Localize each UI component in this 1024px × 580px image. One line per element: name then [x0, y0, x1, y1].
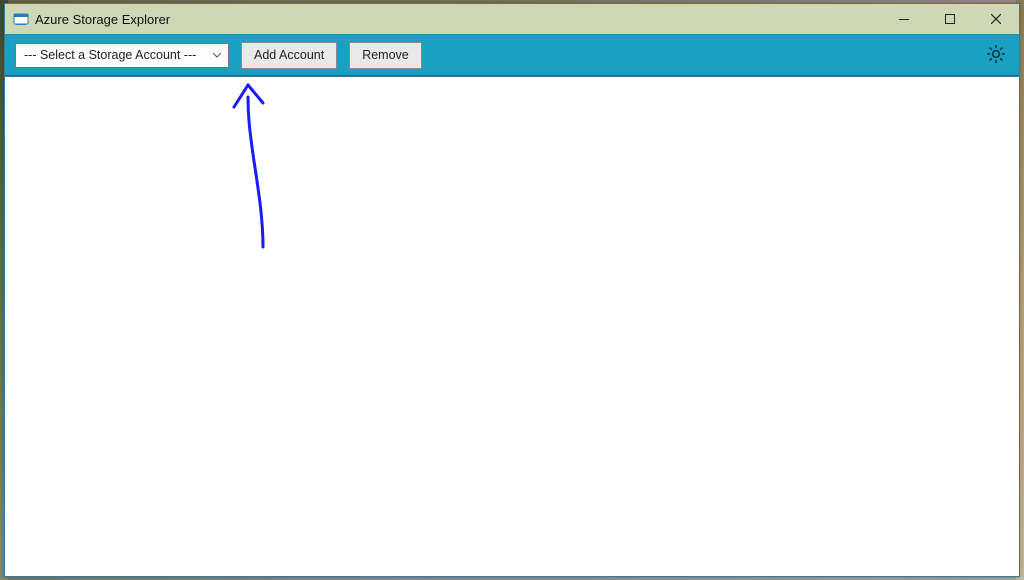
content-area [5, 76, 1019, 576]
storage-account-selector-label: --- Select a Storage Account --- [24, 48, 210, 62]
titlebar[interactable]: Azure Storage Explorer [5, 4, 1019, 34]
remove-account-button[interactable]: Remove [349, 42, 422, 69]
chevron-down-icon [210, 51, 224, 59]
storage-account-selector[interactable]: --- Select a Storage Account --- [15, 43, 229, 68]
add-account-button-label: Add Account [254, 48, 324, 62]
toolbar: --- Select a Storage Account --- Add Acc… [5, 34, 1019, 76]
remove-account-button-label: Remove [362, 48, 409, 62]
annotation-arrow [5, 77, 305, 277]
app-window: Azure Storage Explorer --- Select a Stor… [4, 3, 1020, 577]
gear-icon [986, 44, 1006, 67]
add-account-button[interactable]: Add Account [241, 42, 337, 69]
maximize-button[interactable] [927, 4, 973, 34]
settings-button[interactable] [983, 42, 1009, 68]
close-button[interactable] [973, 4, 1019, 34]
window-title: Azure Storage Explorer [35, 12, 170, 27]
window-controls [881, 4, 1019, 34]
app-icon [13, 11, 29, 27]
minimize-button[interactable] [881, 4, 927, 34]
